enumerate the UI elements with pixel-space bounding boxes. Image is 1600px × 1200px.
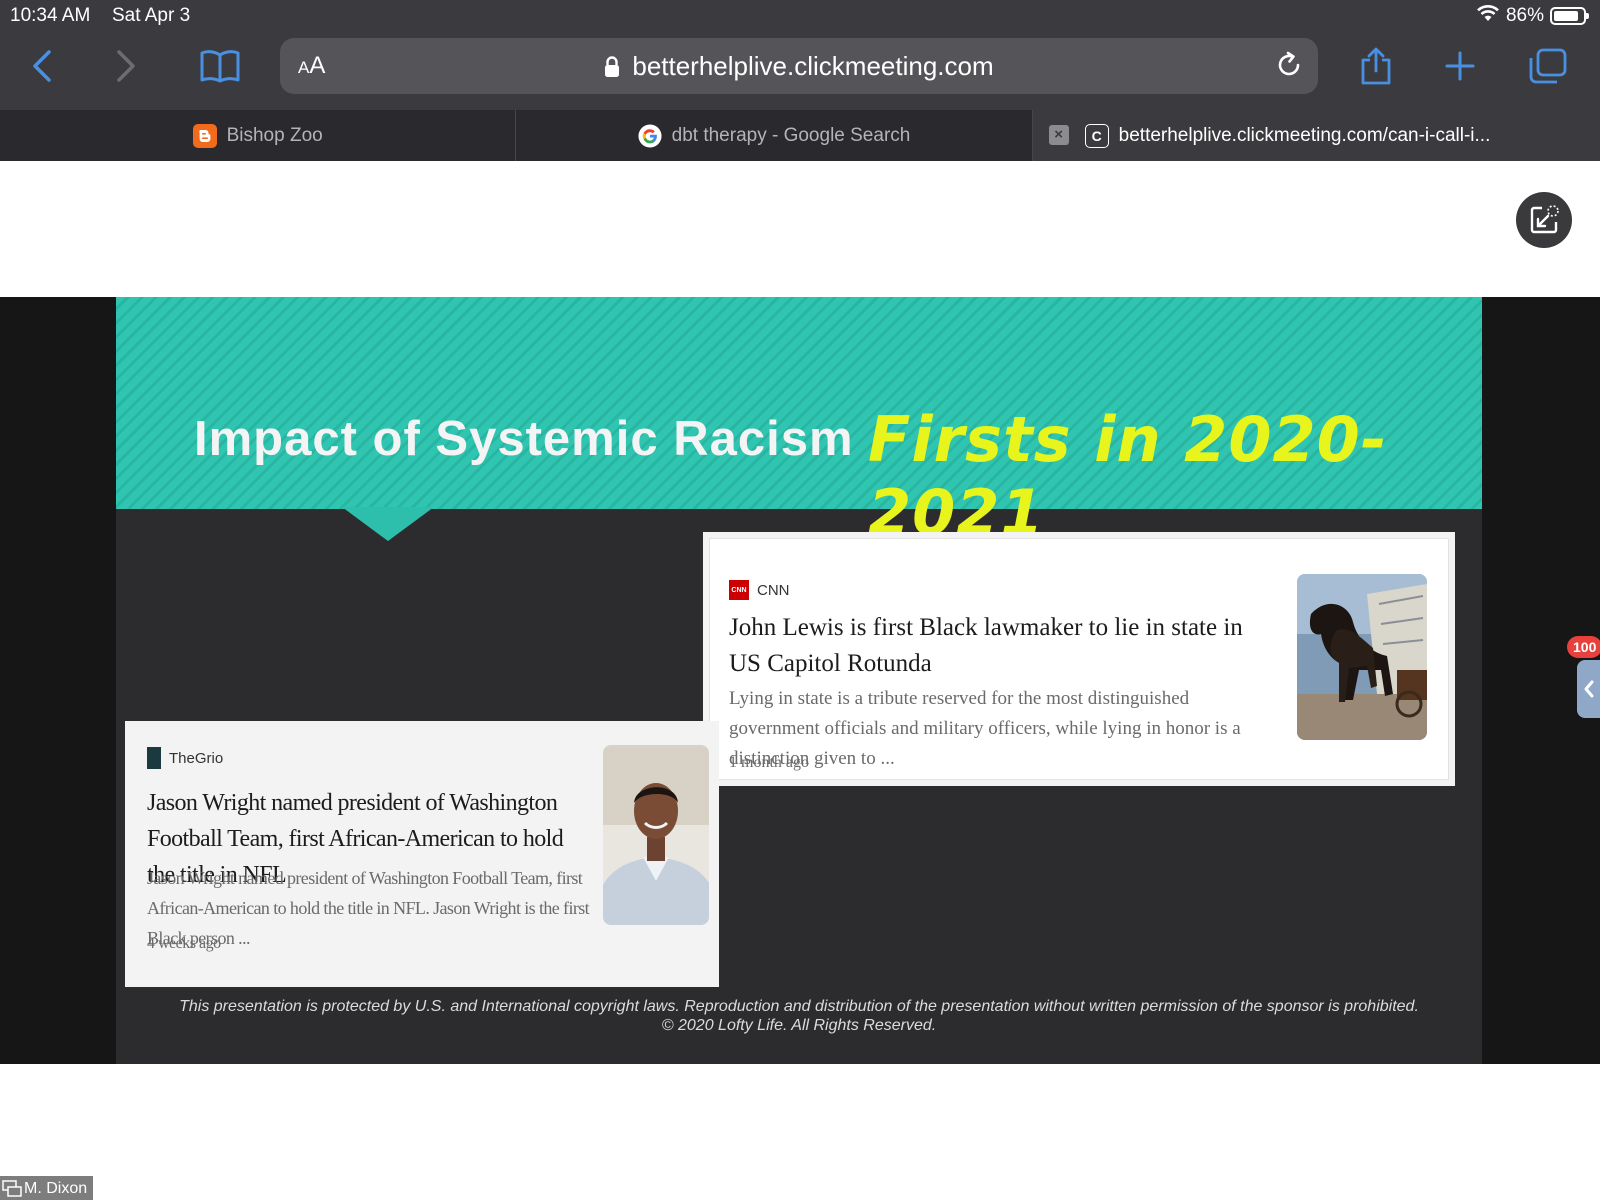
back-button[interactable] [18,44,66,88]
thegrio-logo-icon [147,747,161,769]
book-icon [200,50,240,83]
address-bar[interactable]: AA betterhelplive.clickmeeting.com [280,38,1318,94]
reload-button[interactable] [1274,50,1304,85]
banner-pointer [342,507,434,541]
chevron-left-icon [1584,680,1593,698]
url-display[interactable]: betterhelplive.clickmeeting.com [280,51,1318,82]
battery-percent: 86% [1505,5,1544,26]
status-date: Sat Apr 3 [112,5,191,26]
side-panel-toggle[interactable] [1577,660,1600,718]
presenter-name: M. Dixon [24,1179,88,1197]
slide-accent-title: Firsts in 2020-2021 [868,403,1388,549]
plus-icon [1445,51,1475,81]
tab-bishop-zoo[interactable]: Bishop Zoo [0,110,517,161]
news-source-name: CNN [757,581,790,599]
news-headline: John Lewis is first Black lawmaker to li… [729,614,1243,677]
copyright-line-1: This presentation is protected by U.S. a… [179,998,1419,1015]
expand-icon [1530,205,1559,234]
tab-strip: Bishop Zoo dbt therapy - Google Search ×… [0,110,1600,161]
tab-label: dbt therapy - Google Search [671,124,911,146]
status-bar: 10:34 AM Sat Apr 3 86% [0,0,1600,32]
tab-label: betterhelplive.clickmeeting.com/can-i-ca… [1118,124,1491,146]
cnn-logo-icon: CNN [729,580,749,600]
wifi-icon [1476,4,1500,28]
close-tab-button[interactable]: × [1048,125,1069,145]
tabs-icon [1529,48,1567,84]
forward-arrow-icon [117,50,135,82]
back-arrow-icon [33,50,51,82]
tab-clickmeeting[interactable]: × C betterhelplive.clickmeeting.com/can-… [1032,110,1600,161]
news-source: TheGrio [147,747,223,769]
fullscreen-button[interactable] [1516,192,1572,248]
tab-overview-button[interactable] [1524,44,1572,88]
lock-icon [605,55,620,77]
google-icon [638,123,662,148]
forward-button[interactable] [102,44,150,88]
share-icon [1361,47,1391,85]
presentation-stage: Impact of Systemic Racism Firsts in 2020… [0,297,1600,1064]
share-button[interactable] [1352,44,1400,88]
tab-label: Bishop Zoo [226,124,323,146]
copyright-line-2: © 2020 Lofty Life. All Rights Reserved. [661,1017,937,1034]
status-right: 86% [1476,4,1589,28]
slide-title: Impact of Systemic Racism [194,412,854,466]
tab-google-search[interactable]: dbt therapy - Google Search [516,110,1033,161]
browser-toolbar: AA betterhelplive.clickmeeting.com [0,32,1600,110]
notification-badge[interactable]: 100 [1567,636,1600,658]
horse-carriage-photo [1297,574,1427,740]
url-text: betterhelplive.clickmeeting.com [632,51,994,81]
reload-icon [1278,51,1300,76]
presentation-slide: Impact of Systemic Racism Firsts in 2020… [116,297,1482,1064]
news-age: 1 month ago [729,754,809,771]
new-tab-button[interactable] [1436,44,1484,88]
bookmarks-button[interactable] [196,44,244,88]
news-snippet: Lying in state is a tribute reserved for… [729,688,1241,769]
jason-wright-photo [603,745,709,925]
news-source-name: TheGrio [169,749,224,767]
copyright-notice: This presentation is protected by U.S. a… [116,997,1482,1035]
news-card-cnn: CNN CNN John Lewis is first Black lawmak… [703,532,1455,786]
battery-icon [1550,7,1589,25]
screen-share-icon [2,1179,22,1197]
news-age: 4 weeks ago [147,935,221,952]
news-card-thegrio: TheGrio Jason Wright named president of … [125,721,719,987]
blogger-icon [192,123,217,148]
status-time: 10:34 AM [10,5,91,26]
clickmeeting-icon: C [1084,123,1109,148]
battery-fill [1554,11,1579,21]
presenter-label: M. Dixon [0,1176,94,1200]
news-source: CNN CNN [729,580,790,600]
